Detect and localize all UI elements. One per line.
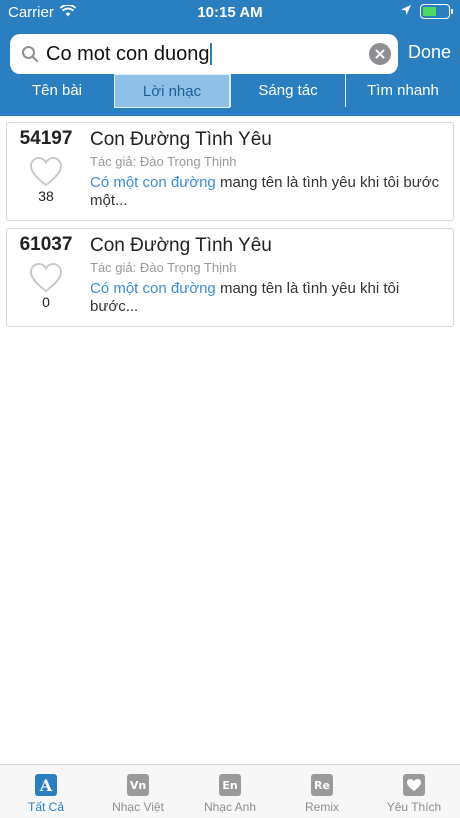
lyric-snippet: Có một con đường mang tên là tình yêu kh… <box>90 280 441 316</box>
all-songs-icon: A <box>35 774 57 796</box>
heart-icon[interactable] <box>29 156 63 188</box>
battery-fill <box>423 7 437 16</box>
lyric-highlight: Có một con đường <box>90 280 216 297</box>
tab-bar: A Tất Cả Vn Nhạc Việt En Nhạc Anh Re Rem… <box>0 764 460 818</box>
tab-tat-ca[interactable]: A Tất Cả <box>0 765 92 818</box>
tab-label: Yêu Thích <box>386 800 442 814</box>
vietnamese-music-icon: Vn <box>127 774 149 796</box>
song-title: Con Đường Tình Yêu <box>90 235 272 256</box>
song-id: 61037 <box>19 234 73 255</box>
segment-label: Sáng tác <box>258 82 318 99</box>
search-icon <box>14 45 46 63</box>
song-author: Tác giả: Đào Trọng Thịnh <box>90 260 237 275</box>
lyric-highlight: Có một con đường <box>90 174 216 191</box>
song-card[interactable]: 54197 38 Con Đường Tình Yêu Tác giả: Đào… <box>6 122 454 221</box>
location-arrow-icon <box>400 3 412 20</box>
like-count: 38 <box>38 188 54 204</box>
song-card[interactable]: 61037 0 Con Đường Tình Yêu Tác giả: Đào … <box>6 228 454 327</box>
segment-label: Tìm nhanh <box>367 82 439 99</box>
segment-ten-bai[interactable]: Tên bài <box>0 74 114 107</box>
clear-search-icon[interactable] <box>369 43 391 65</box>
song-title: Con Đường Tình Yêu <box>90 129 272 150</box>
header: Carrier 10:15 AM Co mot con duong Done T… <box>0 0 460 116</box>
tab-label: Remix <box>304 800 339 814</box>
status-bar: Carrier 10:15 AM <box>0 0 460 24</box>
favorites-heart-icon <box>403 774 425 796</box>
results-list: 54197 38 Con Đường Tình Yêu Tác giả: Đào… <box>6 122 454 334</box>
tab-yeu-thich[interactable]: Yêu Thích <box>368 765 460 818</box>
tab-label: Nhạc Việt <box>112 800 164 814</box>
song-id: 54197 <box>19 128 73 149</box>
search-bar[interactable]: Co mot con duong <box>10 34 398 74</box>
song-author: Tác giả: Đào Trọng Thịnh <box>90 154 237 169</box>
segment-sang-tac[interactable]: Sáng tác <box>230 74 345 107</box>
like-count: 0 <box>42 294 50 310</box>
lyric-snippet: Có một con đường mang tên là tình yêu kh… <box>90 174 441 210</box>
heart-icon[interactable] <box>29 262 63 294</box>
status-time: 10:15 AM <box>197 4 263 21</box>
segment-tim-nhanh[interactable]: Tìm nhanh <box>345 74 460 107</box>
battery-icon <box>420 4 453 19</box>
segment-label: Tên bài <box>31 82 83 99</box>
search-scope-segments: Tên bài Lời nhạc Sáng tác Tìm nhanh <box>0 74 460 108</box>
tab-label: Nhạc Anh <box>203 800 257 814</box>
search-input[interactable]: Co mot con duong <box>46 43 209 65</box>
remix-icon: Re <box>311 774 333 796</box>
tab-remix[interactable]: Re Remix <box>276 765 368 818</box>
tab-nhac-viet[interactable]: Vn Nhạc Việt <box>92 765 184 818</box>
tab-nhac-anh[interactable]: En Nhạc Anh <box>184 765 276 818</box>
segment-label: Lời nhạc <box>142 82 202 100</box>
segment-loi-nhac[interactable]: Lời nhạc <box>114 74 230 108</box>
done-button[interactable]: Done <box>408 42 451 63</box>
text-caret <box>210 43 213 66</box>
english-music-icon: En <box>219 774 241 796</box>
tab-label: Tất Cả <box>27 800 64 814</box>
